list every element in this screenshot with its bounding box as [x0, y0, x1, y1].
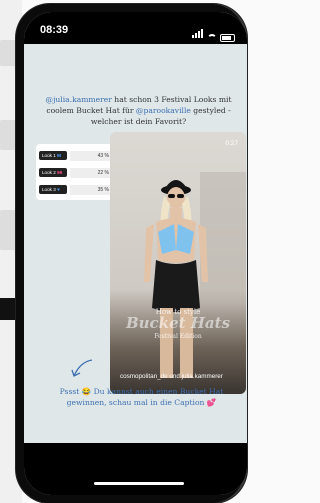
- poll-option-label: Look 2 99: [39, 168, 67, 177]
- video-duration: 0:27: [225, 140, 238, 147]
- poll-option-label: Look 3 ♥: [39, 185, 67, 194]
- status-time: 08:39: [40, 24, 69, 36]
- poll-bar: 22 %: [70, 167, 111, 178]
- poll-percent: 35 %: [97, 186, 109, 193]
- poll-percent: 22 %: [97, 169, 109, 176]
- poll-option[interactable]: Look 1 M 43 %: [39, 148, 111, 163]
- mention-link[interactable]: @julia.kammerer: [45, 95, 111, 104]
- arrow-icon: [71, 359, 93, 377]
- signal-icon: [192, 23, 204, 42]
- poll-widget[interactable]: Look 1 M 43 % Look 2 99 22 % Look 3 ♥ 35…: [36, 144, 114, 200]
- status-icons: [192, 23, 235, 42]
- wifi-icon: [207, 34, 217, 42]
- notch: [90, 12, 186, 34]
- video-credit: cosmopolitan_de und julia.kammerer: [120, 373, 223, 380]
- poll-percent: 43 %: [97, 152, 109, 159]
- home-indicator[interactable]: [94, 482, 184, 485]
- poll-bar: 35 %: [70, 184, 111, 195]
- post-caption: @julia.kammerer hat schon 3 Festival Loo…: [44, 94, 233, 127]
- bottom-bar: [24, 443, 247, 495]
- bottom-caption: Pssst 😂 Du kannst auch einen Bucket Hat …: [59, 387, 224, 407]
- battery-icon: [220, 34, 235, 42]
- video-overlay-title: How to style Bucket Hats Festival Editio…: [125, 308, 231, 340]
- poll-option[interactable]: Look 3 ♥ 35 %: [39, 182, 111, 197]
- poll-bar: 43 %: [70, 150, 111, 161]
- phone-screen: 08:39 @julia.kammerer hat schon 3 Festiv…: [24, 12, 247, 495]
- poll-option-label: Look 1 M: [39, 151, 67, 160]
- mention-link[interactable]: @parookaville: [136, 106, 191, 115]
- poll-option[interactable]: Look 2 99 22 %: [39, 165, 111, 180]
- video-card[interactable]: 0:27 How to style Bucket Hats Festival E…: [110, 132, 246, 394]
- phone-frame: 08:39 @julia.kammerer hat schon 3 Festiv…: [16, 4, 247, 503]
- video-thumbnail: [144, 172, 246, 378]
